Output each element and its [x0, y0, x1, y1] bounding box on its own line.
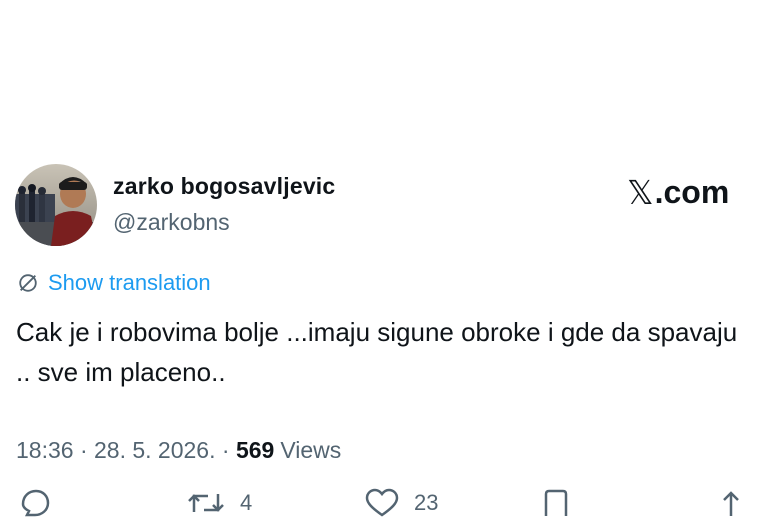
repost-count: 4 — [240, 490, 253, 515]
brand-logo: 𝕏 .com — [627, 173, 729, 212]
action-bar: 4 23 — [0, 488, 765, 518]
views-label: Views — [280, 437, 342, 463]
author-handle[interactable]: @zarkobns — [113, 209, 230, 236]
tweet-meta: 18:36 · 28. 5. 2026. · 569 Views — [16, 437, 341, 464]
share-button[interactable] — [716, 488, 746, 518]
repost-button[interactable]: 4 — [186, 488, 252, 518]
repost-icon — [188, 494, 224, 512]
bookmark-icon — [544, 489, 568, 516]
heart-icon — [365, 488, 399, 517]
avatar-image — [15, 164, 97, 246]
tweet-timestamp[interactable]: 18:36 · 28. 5. 2026. · — [16, 437, 236, 464]
author-display-name[interactable]: zarko bogosavljevic — [113, 173, 335, 200]
show-translation-link[interactable]: Show translation — [17, 270, 211, 296]
reply-icon — [21, 489, 50, 517]
x-logo-icon: 𝕏 — [627, 174, 654, 211]
tweet-text: Cak je i robovima bolje ...imaju sigune … — [16, 317, 738, 387]
reply-button[interactable] — [18, 488, 66, 518]
globe-icon — [19, 274, 37, 292]
bookmark-button[interactable] — [540, 488, 572, 518]
share-icon — [723, 491, 739, 516]
show-translation-label[interactable]: Show translation — [48, 270, 211, 296]
brand-label: .com — [654, 174, 730, 210]
like-count: 23 — [414, 490, 439, 515]
like-button[interactable]: 23 — [364, 488, 438, 518]
views-count: 569 — [235, 437, 275, 463]
avatar[interactable] — [15, 164, 97, 246]
